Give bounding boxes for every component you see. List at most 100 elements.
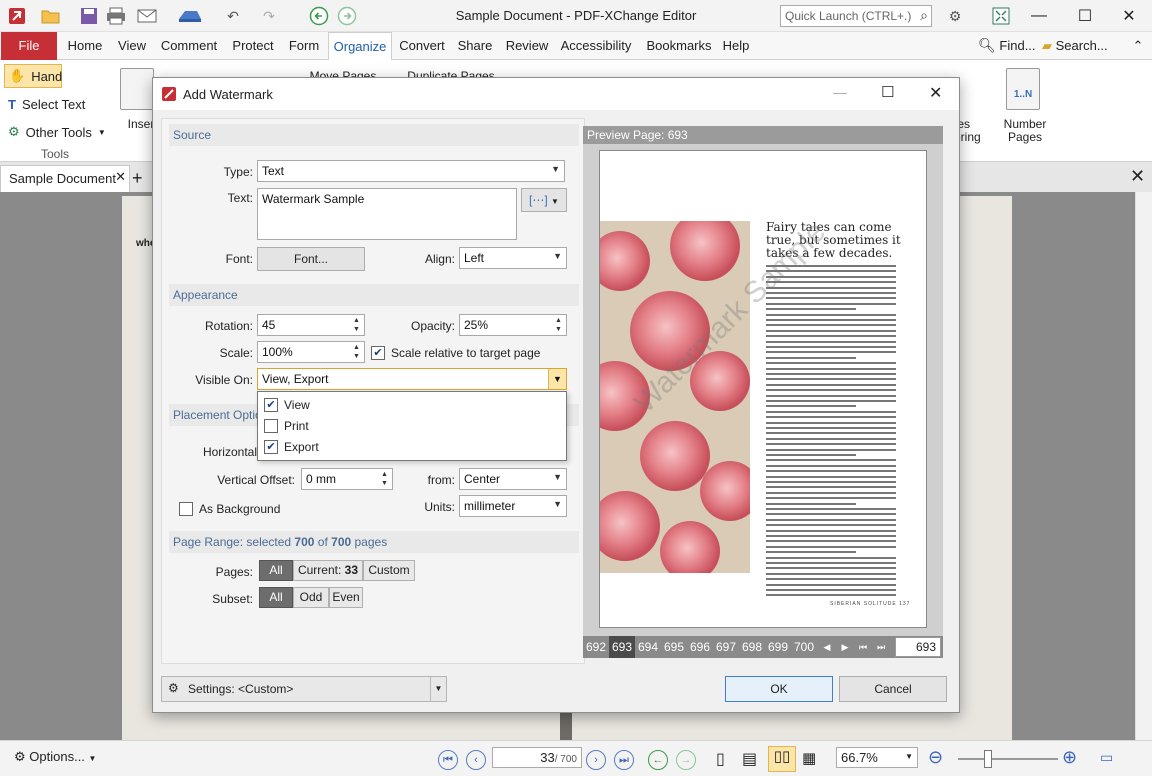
insert-macro-button[interactable]: [⋯] ▼ [521, 188, 567, 212]
zoom-slider-handle[interactable] [984, 750, 992, 768]
back-icon[interactable] [306, 6, 332, 26]
save-icon[interactable] [78, 6, 100, 26]
units-select[interactable]: millimeter ▼ [459, 495, 567, 517]
doc-tab-close-icon[interactable]: ✕ [115, 169, 126, 185]
zoom-slider[interactable] [958, 758, 1058, 760]
preview-prev-icon[interactable]: ◀ [819, 636, 835, 658]
quick-launch-input[interactable]: Quick Launch (CTRL+.) ⌕ [780, 5, 932, 27]
pages-all-button[interactable]: All [259, 560, 293, 581]
tab-bookmarks[interactable]: Bookmarks [640, 32, 718, 60]
forward-icon[interactable] [334, 6, 360, 26]
last-page-icon[interactable]: ⏭ [614, 750, 634, 770]
other-tools-button[interactable]: ⚙ Other Tools ▼ [4, 120, 110, 144]
email-icon[interactable] [132, 6, 164, 26]
tab-share[interactable]: Share [454, 32, 496, 60]
preview-page-693[interactable]: 693 [609, 636, 635, 658]
single-page-icon[interactable]: ▯ [716, 749, 725, 769]
settings-select[interactable]: ⚙ Settings: <Custom> ▼ [161, 676, 447, 702]
select-text-button[interactable]: T Select Text [4, 92, 89, 116]
settings-gear-icon[interactable]: ⚙ [940, 6, 970, 26]
tab-comment[interactable]: Comment [158, 32, 220, 60]
preview-page-692[interactable]: 692 [583, 636, 609, 658]
chevron-down-icon[interactable]: ▼ [548, 369, 566, 389]
tab-file[interactable]: File [1, 32, 57, 60]
zoom-in-icon[interactable]: ⊕ [1062, 747, 1077, 768]
find-button[interactable]: 🔍︎ Find... [978, 32, 1040, 60]
preview-page-695[interactable]: 695 [661, 636, 687, 658]
view-checkbox[interactable]: ✔ [264, 398, 278, 412]
scale-relative-checkbox[interactable]: ✔ [371, 346, 385, 360]
zoom-select[interactable]: 66.7% ▼ [836, 747, 918, 768]
tab-protect[interactable]: Protect [228, 32, 278, 60]
as-background-checkbox[interactable] [179, 502, 193, 516]
tab-help[interactable]: Help [720, 32, 752, 60]
fullscreen-icon[interactable] [988, 6, 1014, 26]
redo-icon[interactable]: ↷ [256, 6, 282, 26]
pages-current-button[interactable]: Current: 33 [293, 560, 363, 581]
opacity-spinner-icon[interactable]: ▲ ▼ [552, 316, 565, 334]
number-pages-icon[interactable]: 1..N [1006, 68, 1040, 110]
dialog-maximize-button[interactable]: ☐ [881, 83, 894, 101]
minimize-button[interactable]: — [1016, 0, 1062, 32]
first-page-icon[interactable]: ⏮ [438, 750, 458, 770]
scale-spinner-icon[interactable]: ▲ ▼ [350, 343, 363, 361]
type-select[interactable]: Text ▼ [257, 160, 565, 182]
preview-page-699[interactable]: 699 [765, 636, 791, 658]
continuous-icon[interactable]: ▤ [742, 749, 757, 769]
insert-pages-icon[interactable] [120, 68, 154, 110]
text-input[interactable]: Watermark Sample [257, 188, 517, 240]
visible-option-view[interactable]: ✔ View [264, 395, 310, 415]
rotation-input[interactable]: 45 ▲ ▼ [257, 314, 365, 336]
number-pages-label[interactable]: Number Pages [1000, 118, 1050, 144]
continuous-facing-icon[interactable]: ▦ [802, 749, 816, 767]
from-select[interactable]: Center ▼ [459, 468, 567, 490]
preview-next-icon[interactable]: ▶ [837, 636, 853, 658]
visible-option-print[interactable]: Print [264, 416, 309, 436]
zoom-out-icon[interactable]: ⊖ [928, 747, 943, 768]
search-button[interactable]: ▰ Search... [1042, 32, 1118, 60]
ok-button[interactable]: OK [725, 676, 833, 702]
preview-last-icon[interactable]: ⏭ [873, 636, 889, 658]
rotation-spinner-icon[interactable]: ▲ ▼ [350, 316, 363, 334]
vertical-offset-input[interactable]: 0 mm ▲ ▼ [301, 468, 393, 490]
pages-custom-button[interactable]: Custom [363, 560, 415, 581]
tab-view[interactable]: View [112, 32, 152, 60]
new-tab-icon[interactable]: + [132, 168, 143, 189]
preview-page-698[interactable]: 698 [739, 636, 765, 658]
doc-tab[interactable]: Sample Document ✕ [0, 165, 130, 192]
scan-icon[interactable] [170, 6, 210, 26]
tab-organize[interactable]: Organize [328, 32, 392, 61]
preview-page-700[interactable]: 700 [791, 636, 817, 658]
nav-forward-icon[interactable]: → [676, 750, 696, 770]
hand-tool-button[interactable]: ✋ Hand [4, 64, 62, 88]
facing-pages-icon[interactable]: ▯▯ [768, 746, 796, 772]
opacity-input[interactable]: 25% ▲ ▼ [459, 314, 567, 336]
layout-icon[interactable]: ▭ [1100, 749, 1113, 766]
preview-page-697[interactable]: 697 [713, 636, 739, 658]
visible-on-select[interactable]: View, Export ▼ [257, 368, 567, 390]
export-checkbox[interactable]: ✔ [264, 440, 278, 454]
tab-review[interactable]: Review [502, 32, 552, 60]
undo-icon[interactable]: ↶ [220, 6, 246, 26]
maximize-button[interactable]: ☐ [1062, 0, 1108, 32]
subset-odd-button[interactable]: Odd [293, 587, 329, 608]
preview-page-696[interactable]: 696 [687, 636, 713, 658]
tab-home[interactable]: Home [62, 32, 108, 60]
tab-form[interactable]: Form [284, 32, 324, 60]
font-button[interactable]: Font... [257, 247, 365, 271]
prev-page-icon[interactable]: ‹ [466, 750, 486, 770]
preview-page-694[interactable]: 694 [635, 636, 661, 658]
tab-convert[interactable]: Convert [396, 32, 448, 60]
align-select[interactable]: Left ▼ [459, 247, 567, 269]
cancel-button[interactable]: Cancel [839, 676, 947, 702]
nav-back-icon[interactable]: ← [648, 750, 668, 770]
tab-accessibility[interactable]: Accessibility [558, 32, 634, 60]
scale-input[interactable]: 100% ▲ ▼ [257, 341, 365, 363]
subset-even-button[interactable]: Even [329, 587, 363, 608]
options-button[interactable]: ⚙ Options... ▼ [14, 749, 96, 765]
close-doc-icon[interactable]: ✕ [1130, 166, 1145, 187]
print-checkbox[interactable] [264, 419, 278, 433]
preview-first-icon[interactable]: ⏮ [855, 636, 871, 658]
open-folder-icon[interactable] [36, 6, 66, 26]
preview-page-input[interactable]: 693 [895, 637, 941, 657]
